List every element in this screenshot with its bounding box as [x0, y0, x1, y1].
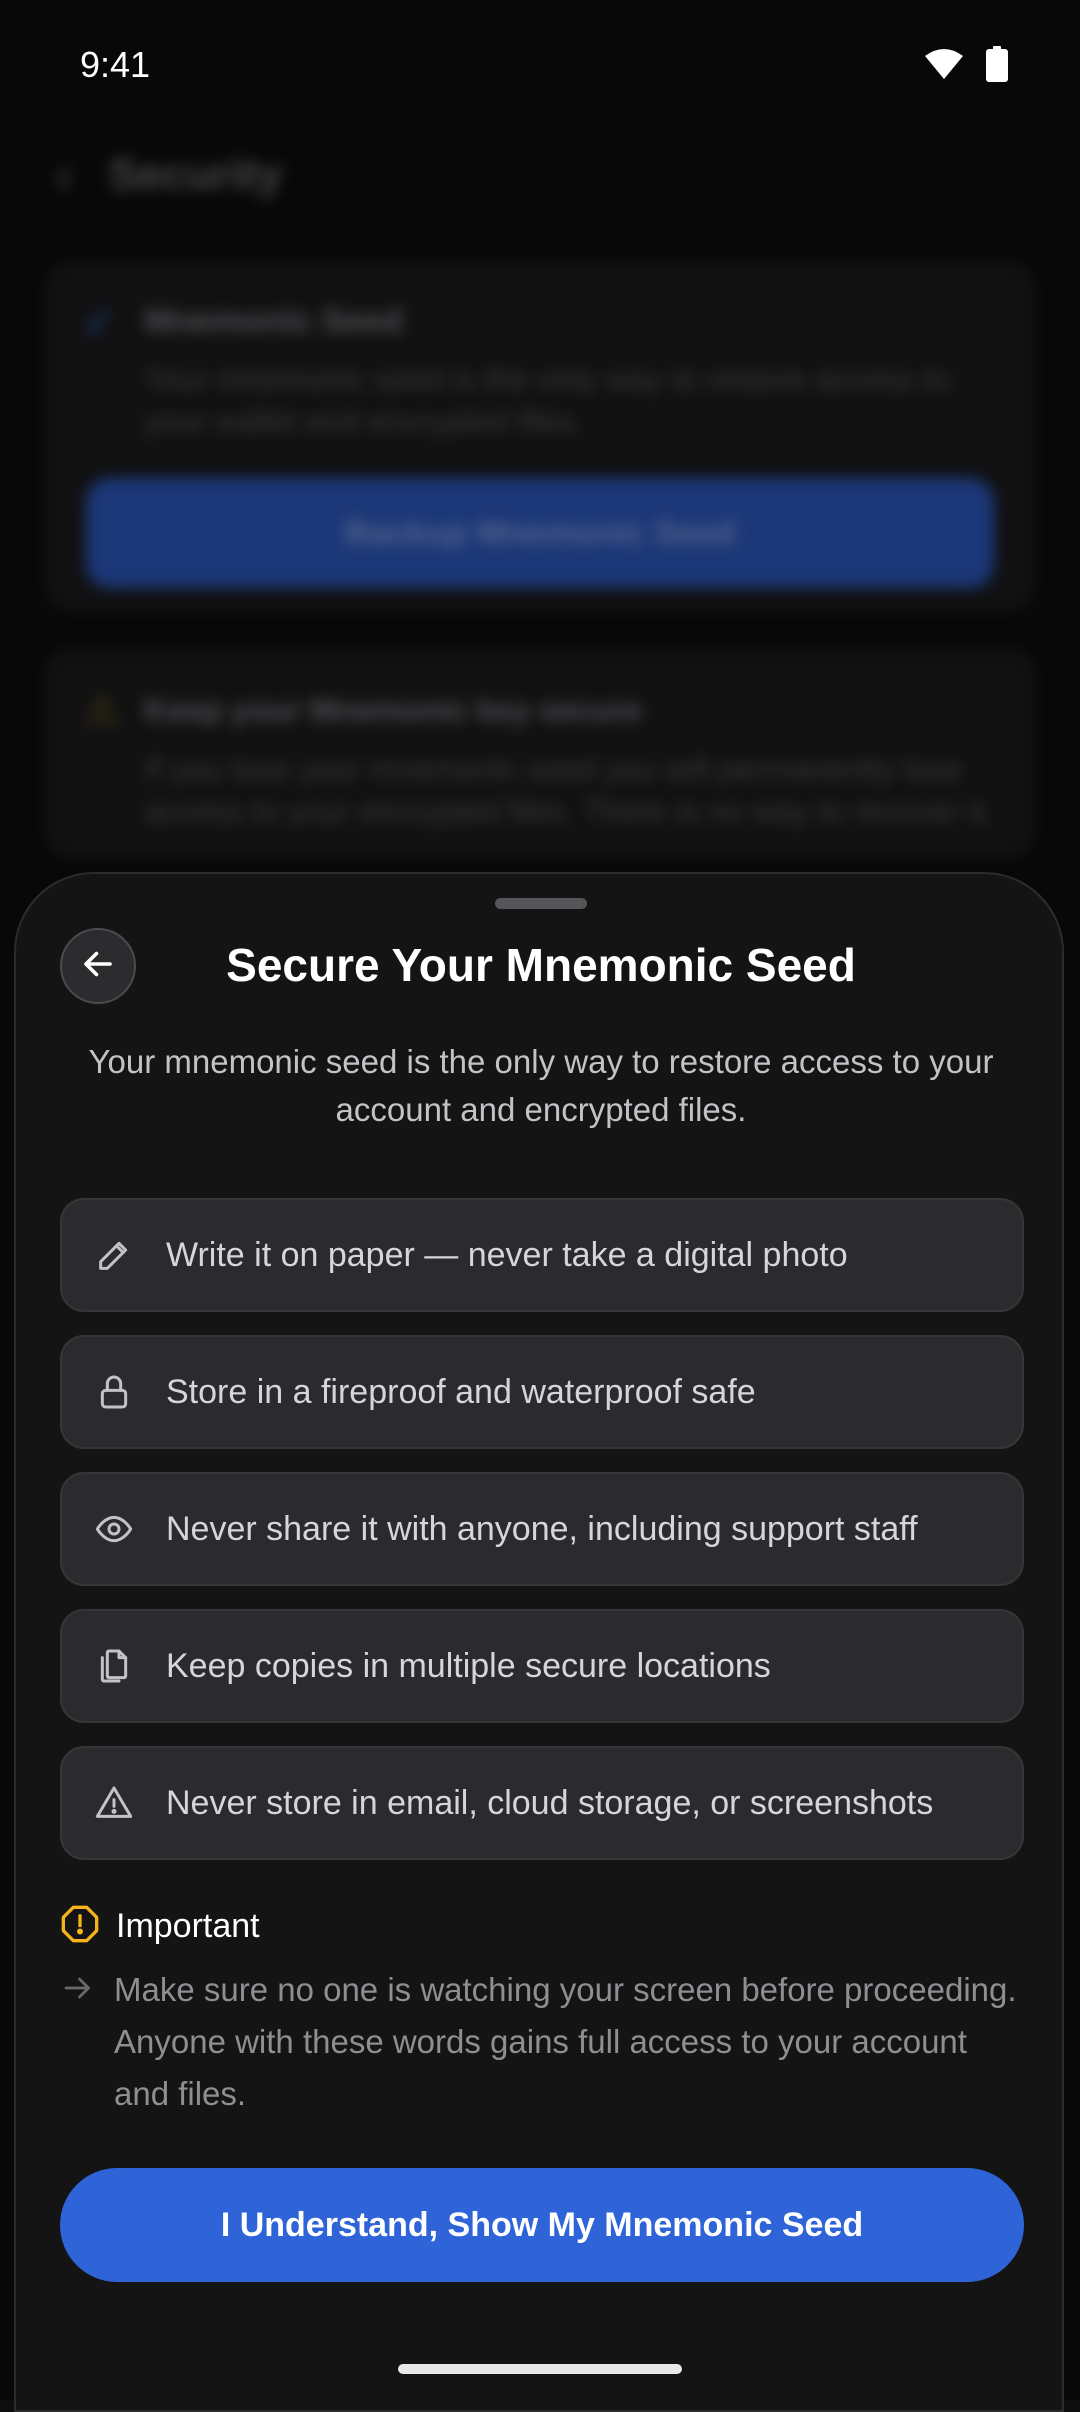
tip-item: Keep copies in multiple secure locations: [60, 1609, 1024, 1723]
lock-icon: [94, 1372, 134, 1412]
tip-text: Store in a fireproof and waterproof safe: [166, 1372, 756, 1411]
sheet-drag-handle[interactable]: [495, 898, 587, 909]
important-text: Make sure no one is watching your screen…: [114, 1971, 1017, 2112]
tip-text: Never share it with anyone, including su…: [166, 1509, 918, 1548]
copy-icon: [94, 1646, 134, 1686]
sheet-subtitle: Your mnemonic seed is the only way to re…: [88, 1043, 994, 1128]
tip-text: Keep copies in multiple secure locations: [166, 1646, 771, 1685]
sheet-title: Secure Your Mnemonic Seed: [226, 939, 856, 991]
eye-icon: [94, 1509, 134, 1549]
status-bar: 9:41: [0, 0, 1080, 130]
show-seed-button[interactable]: I Understand, Show My Mnemonic Seed: [60, 2168, 1024, 2282]
wifi-icon: [924, 48, 964, 85]
tip-text: Never store in email, cloud storage, or …: [166, 1783, 934, 1822]
important-header: Important: [60, 1904, 260, 1949]
pencil-icon: [94, 1235, 134, 1275]
battery-icon: [986, 46, 1008, 87]
tip-item: Store in a fireproof and waterproof safe: [60, 1335, 1024, 1449]
important-body: Make sure no one is watching your screen…: [60, 1964, 1020, 2120]
arrow-right-icon: [60, 1964, 96, 2120]
warning-triangle-icon: [94, 1783, 134, 1823]
status-icons: [924, 46, 1008, 87]
tips-list: Write it on paper — never take a digital…: [60, 1198, 1024, 1883]
tip-item: Never share it with anyone, including su…: [60, 1472, 1024, 1586]
important-label: Important: [116, 1907, 260, 1945]
alert-octagon-icon: [60, 1904, 100, 1949]
status-time: 9:41: [80, 44, 151, 85]
tip-text: Write it on paper — never take a digital…: [166, 1235, 848, 1274]
tip-item: Write it on paper — never take a digital…: [60, 1198, 1024, 1312]
home-indicator[interactable]: [398, 2364, 682, 2374]
tip-item: Never store in email, cloud storage, or …: [60, 1746, 1024, 1860]
secure-seed-sheet: Secure Your Mnemonic Seed Your mnemonic …: [14, 872, 1064, 2412]
